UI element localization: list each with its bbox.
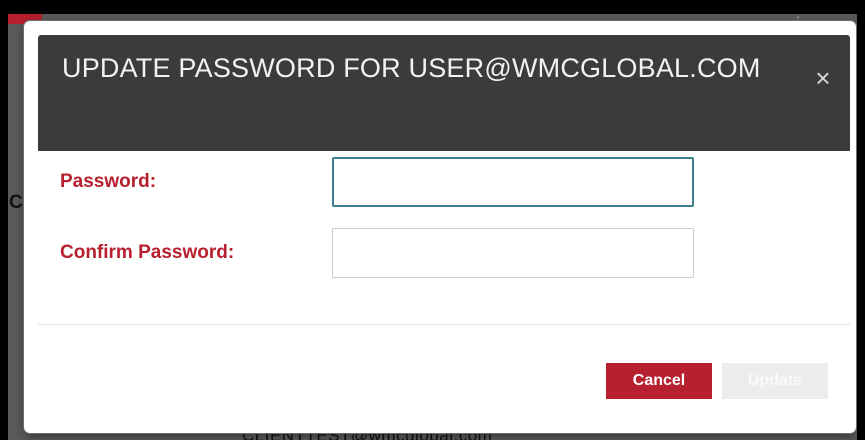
dialog-title: UPDATE PASSWORD FOR USER@WMCGLOBAL.COM [62,53,761,83]
close-icon[interactable]: × [810,65,836,91]
dialog-header: UPDATE PASSWORD FOR USER@WMCGLOBAL.COM × [38,35,850,151]
password-label: Password: [60,171,157,192]
password-field[interactable] [332,157,694,207]
cancel-button[interactable]: Cancel [606,363,712,399]
confirm-password-field[interactable] [332,228,694,278]
background-heading-fragment: C [9,192,23,213]
confirm-password-row: Confirm Password: [24,228,856,280]
footer-divider [38,324,850,325]
confirm-password-label: Confirm Password: [60,242,235,263]
password-row: Password: [24,157,856,209]
update-button[interactable]: Update [722,363,828,399]
update-password-dialog: UPDATE PASSWORD FOR USER@WMCGLOBAL.COM ×… [24,21,856,433]
